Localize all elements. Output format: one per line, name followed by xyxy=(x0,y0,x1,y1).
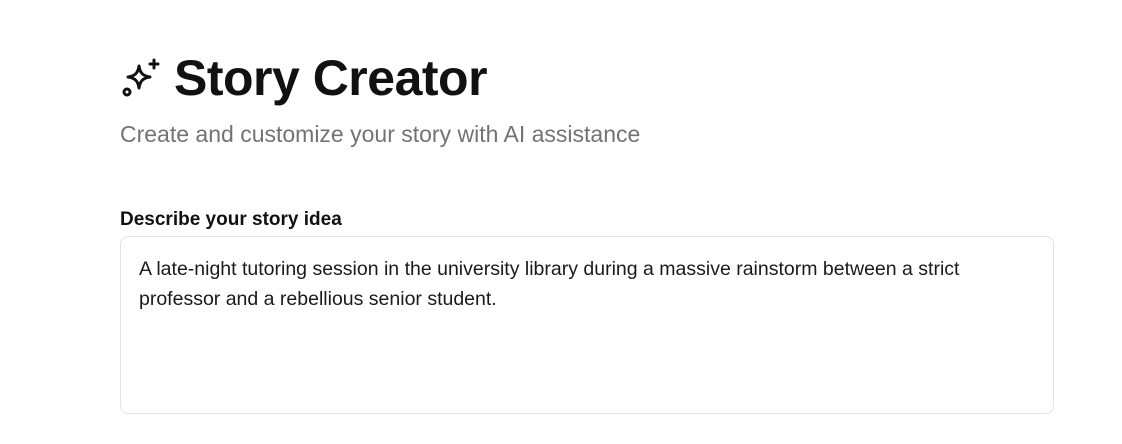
page-subtitle: Create and customize your story with AI … xyxy=(120,121,641,147)
story-creator-page: Story Creator Create and customize your … xyxy=(0,0,1122,444)
story-idea-textarea[interactable]: A late-night tutoring session in the uni… xyxy=(120,236,1054,414)
title-row: Story Creator xyxy=(120,48,640,108)
page-title: Story Creator xyxy=(174,50,488,106)
page-header: Story Creator Create and customize your … xyxy=(120,48,640,148)
story-idea-label: Describe your story idea xyxy=(120,209,342,230)
sparkles-icon xyxy=(120,57,162,99)
